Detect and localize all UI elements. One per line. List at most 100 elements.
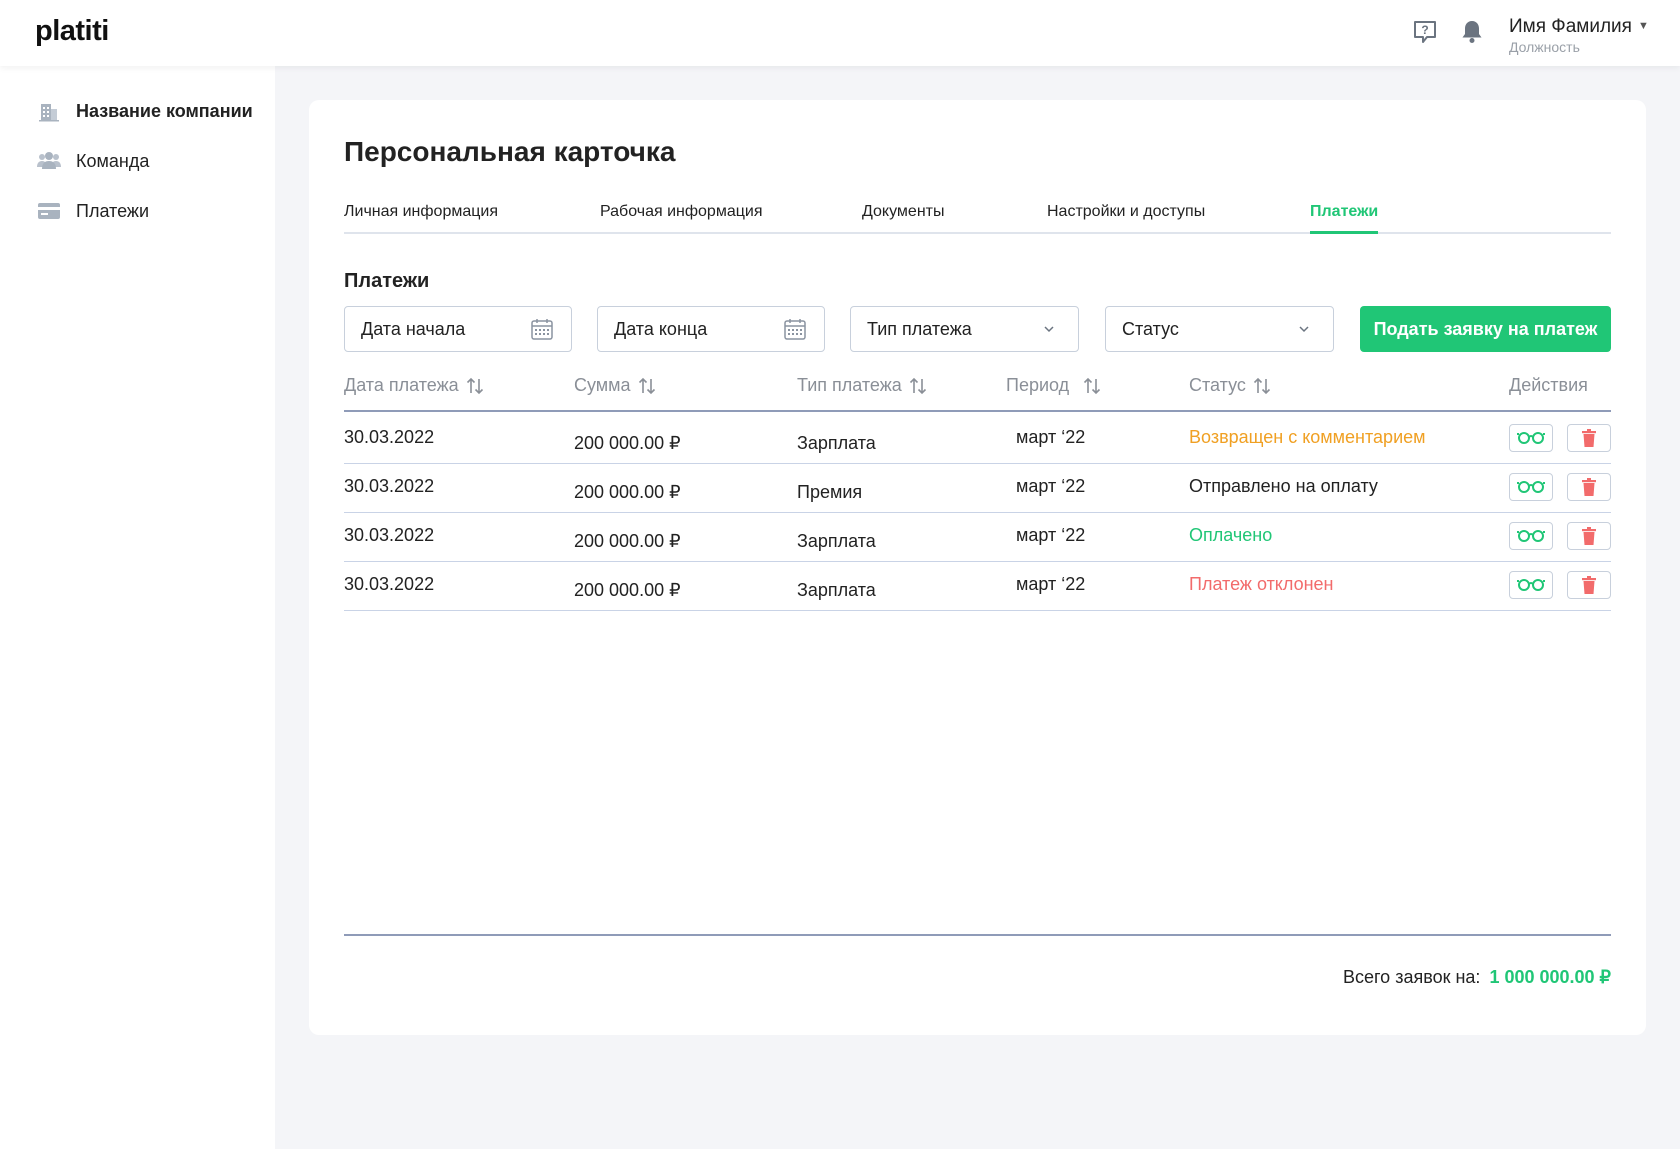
glasses-icon [1516, 578, 1546, 592]
user-menu[interactable]: Имя Фамилия ▼ Должность [1509, 16, 1649, 55]
payment-date: 30.03.2022 [344, 525, 435, 545]
total-label: Всего заявок на: [1343, 967, 1481, 987]
page-title: Персональная карточка [344, 136, 676, 167]
payment-status: Отправлено на оплату [1189, 476, 1378, 496]
sidebar-item-label: Команда [76, 150, 150, 171]
caret-down-icon: ▼ [1637, 20, 1649, 32]
payment-status: Оплачено [1189, 525, 1273, 545]
sidebar-item-label: Название компании [76, 100, 253, 121]
column-header-actions: Действия [1509, 375, 1588, 395]
payment-sum: 200 000.00 ₽ [574, 531, 681, 551]
column-label: Период [1006, 375, 1070, 395]
payment-type: Зарплата [797, 531, 876, 551]
table-row: 30.03.2022 200 000.00 ₽ Премия март ‘22 Отпр… [344, 462, 1611, 513]
chevron-down-icon [1036, 316, 1062, 342]
view-button[interactable] [1509, 522, 1553, 550]
payment-status: Возвращен с комментарием [1189, 427, 1426, 447]
trash-icon [1582, 576, 1596, 594]
column-label: Тип платежа [797, 375, 902, 395]
payment-type: Зарплата [797, 580, 876, 600]
tab-work-info[interactable]: Рабочая информация [600, 203, 763, 234]
payment-type-placeholder: Тип платежа [867, 318, 972, 339]
end-date-placeholder: Дата конца [614, 318, 708, 339]
notifications-bell-icon[interactable] [1458, 18, 1486, 46]
payment-date: 30.03.2022 [344, 476, 435, 496]
payment-sum: 200 000.00 ₽ [574, 433, 681, 453]
trash-icon [1582, 429, 1596, 447]
column-header-type[interactable]: Тип платежа [797, 375, 927, 396]
payment-period: март ‘22 [1016, 574, 1086, 594]
view-button[interactable] [1509, 571, 1553, 599]
sort-icon[interactable] [909, 376, 927, 396]
delete-button[interactable] [1567, 424, 1611, 452]
trash-icon [1582, 527, 1596, 545]
end-date-field[interactable]: Дата конца [597, 306, 825, 352]
payment-status: Платеж отклонен [1189, 574, 1334, 594]
building-icon [36, 98, 62, 124]
payment-period: март ‘22 [1016, 427, 1086, 447]
column-header-period[interactable]: Период [1006, 375, 1101, 396]
sort-icon[interactable] [1083, 376, 1101, 396]
tab-personal-info[interactable]: Личная информация [344, 203, 498, 234]
trash-icon [1582, 478, 1596, 496]
payment-type-select[interactable]: Тип платежа [850, 306, 1079, 352]
payment-sum: 200 000.00 ₽ [574, 580, 681, 600]
top-bar: platiti ? Имя Фамилия ▼ Должность [0, 0, 1680, 66]
payments-table-header: Дата платежа Сумма Тип платежа Период Ст… [344, 370, 1611, 412]
column-header-date[interactable]: Дата платежа [344, 375, 484, 396]
column-label: Дата платежа [344, 375, 459, 395]
start-date-field[interactable]: Дата начала [344, 306, 572, 352]
tab-settings-access[interactable]: Настройки и доступы [1047, 203, 1205, 234]
sort-icon[interactable] [638, 376, 656, 396]
help-chat-icon[interactable]: ? [1411, 18, 1439, 46]
status-placeholder: Статус [1122, 318, 1179, 339]
sidebar-item-company[interactable]: Название компании [36, 96, 253, 126]
payment-type: Премия [797, 482, 863, 502]
calendar-icon[interactable] [529, 316, 555, 342]
tabs-bar: Личная информация Рабочая информация Док… [344, 200, 1611, 234]
tab-payments[interactable]: Платежи [1310, 203, 1379, 234]
column-header-sum[interactable]: Сумма [574, 375, 656, 396]
sidebar-item-team[interactable]: Команда [36, 146, 149, 176]
start-date-placeholder: Дата начала [361, 318, 466, 339]
total-amount: 1 000 000.00 ₽ [1489, 967, 1611, 987]
payment-period: март ‘22 [1016, 525, 1086, 545]
sidebar: Название компании Команда Платежи [0, 66, 275, 1149]
svg-text:?: ? [1421, 23, 1428, 37]
column-label: Статус [1189, 375, 1246, 395]
tab-documents[interactable]: Документы [862, 203, 944, 234]
payment-date: 30.03.2022 [344, 427, 435, 447]
user-role: Должность [1509, 39, 1580, 55]
table-bottom-divider [344, 934, 1611, 936]
glasses-icon [1516, 431, 1546, 445]
sidebar-item-payments[interactable]: Платежи [36, 196, 149, 226]
status-select[interactable]: Статус [1105, 306, 1334, 352]
team-icon [36, 148, 62, 174]
payment-sum: 200 000.00 ₽ [574, 482, 681, 502]
sort-icon[interactable] [466, 376, 484, 396]
payments-section-title: Платежи [344, 270, 430, 292]
column-label: Сумма [574, 375, 631, 395]
delete-button[interactable] [1567, 473, 1611, 501]
view-button[interactable] [1509, 424, 1553, 452]
calendar-icon[interactable] [782, 316, 808, 342]
delete-button[interactable] [1567, 522, 1611, 550]
payment-period: март ‘22 [1016, 476, 1086, 496]
total-summary: Всего заявок на: 1 000 000.00 ₽ [1343, 967, 1611, 988]
payment-type: Зарплата [797, 433, 876, 453]
delete-button[interactable] [1567, 571, 1611, 599]
column-header-status[interactable]: Статус [1189, 375, 1271, 396]
glasses-icon [1516, 529, 1546, 543]
credit-card-icon [36, 198, 62, 224]
table-row: 30.03.2022 200 000.00 ₽ Зарплата март ‘22 Оп… [344, 511, 1611, 562]
user-name: Имя Фамилия [1509, 16, 1632, 37]
payment-date: 30.03.2022 [344, 574, 435, 594]
glasses-icon [1516, 480, 1546, 494]
view-button[interactable] [1509, 473, 1553, 501]
personal-card-panel: Персональная карточка Личная информация … [309, 100, 1646, 1035]
submit-payment-request-button[interactable]: Подать заявку на платеж [1360, 306, 1611, 352]
table-row: 30.03.2022 200 000.00 ₽ Зарплата март ‘22 Пл… [344, 560, 1611, 611]
table-row: 30.03.2022 200 000.00 ₽ Зарплата март ‘22 Во… [344, 413, 1611, 464]
sort-icon[interactable] [1253, 376, 1271, 396]
app-logo[interactable]: platiti [35, 15, 109, 48]
